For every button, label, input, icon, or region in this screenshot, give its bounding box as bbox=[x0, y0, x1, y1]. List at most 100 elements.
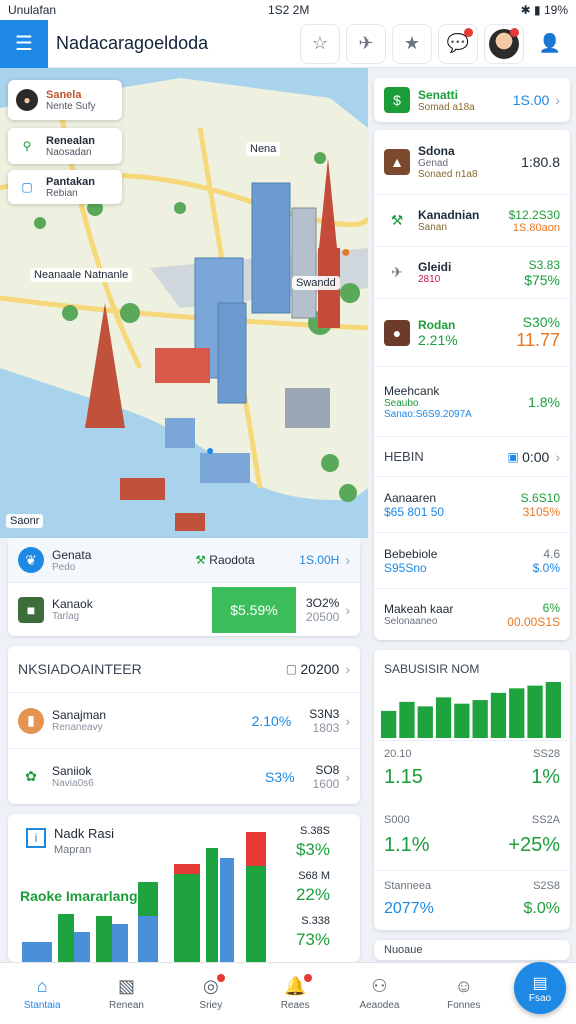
chat-button[interactable]: 💬 bbox=[438, 23, 478, 64]
bell-icon: 🔔 bbox=[284, 974, 313, 997]
list-item[interactable]: ✈ Gleidi 2810 S3.83 $75% bbox=[374, 246, 570, 298]
menu-button[interactable]: ☰ bbox=[0, 19, 48, 68]
mini-bar-chart bbox=[22, 832, 266, 962]
bar bbox=[490, 692, 507, 738]
list-item[interactable]: ▮ Sanajman Renaneavy 2.10% S3N3 1803 › bbox=[8, 692, 360, 748]
mid-card: ❦ Genata Pedo ⚒ Raodota 1S.00H › ■ Kanaok T… bbox=[8, 538, 360, 636]
nav-gallery[interactable]: ▧ Renean bbox=[84, 963, 168, 1024]
chevron-right-icon: › bbox=[345, 661, 350, 677]
app-title: Nadacaragoeldoda bbox=[56, 33, 209, 53]
list-item[interactable]: Bebebiole S95Sno 4.6 $.0% bbox=[374, 532, 570, 588]
tool-icon: ⚒ bbox=[390, 212, 404, 228]
leaf-icon: ❦ bbox=[18, 547, 44, 573]
chevron-right-icon: › bbox=[345, 712, 350, 729]
nav-bell[interactable]: 🔔 Reaes bbox=[253, 963, 337, 1024]
status-bar: Unulafan 1S2 2M ✱ ▮ 19% bbox=[0, 0, 576, 20]
starred-button[interactable]: ★ bbox=[392, 23, 432, 64]
map-card[interactable]: ⚲ Renealan Naosadan bbox=[8, 128, 122, 164]
bar bbox=[545, 682, 561, 738]
percent-badge: $5.59% bbox=[211, 586, 296, 633]
user-icon: ☺ bbox=[454, 976, 473, 996]
menu-icon: ☰ bbox=[15, 33, 33, 55]
app-bar: ☰ Nadacaragoeldoda ☆ ✈ ★ 💬 👤 bbox=[0, 19, 576, 68]
profile-icon: 👤 bbox=[538, 33, 562, 53]
list-item[interactable]: ✿ Saniiok Navia0s6 S3% SO8 1600 › bbox=[8, 748, 360, 804]
list-item[interactable]: ■ Kanaok Tarlag $5.59% 3O2% 20500 › bbox=[8, 582, 360, 636]
section-card: NKSIADOAINTEER ▢ 20200 › ▮ Sanajman Renane… bbox=[8, 646, 360, 804]
list-item[interactable]: ❦ Genata Pedo ⚒ Raodota 1S.00H › bbox=[8, 538, 360, 582]
flights-button[interactable]: ✈ bbox=[346, 23, 386, 64]
list-item[interactable]: ⚒ Kanadnian Sanan $12.2S30 1S.80aon bbox=[374, 194, 570, 246]
clock: 1S2 2M bbox=[268, 3, 310, 17]
chevron-right-icon: › bbox=[555, 92, 560, 108]
notification-dot bbox=[510, 27, 519, 37]
map-label: Nena bbox=[246, 142, 281, 156]
bar bbox=[472, 700, 488, 738]
map-card[interactable]: ▢ Pantakan Rebian bbox=[8, 170, 122, 204]
city-map[interactable]: ● Sanela Nente Sufy ⚲ Renealan Naosadan ▢ … bbox=[0, 68, 368, 538]
map-label: Swandd bbox=[292, 276, 340, 290]
list-item[interactable]: ▲ Sdona Genad Sonaed n1a8 1:80.8 bbox=[374, 130, 570, 194]
right-list-card: ▲ Sdona Genad Sonaed n1a8 1:80.8 ⚒ Kanadni… bbox=[374, 130, 570, 640]
chevron-right-icon: › bbox=[555, 448, 560, 465]
section-header[interactable]: NKSIADOAINTEER ▢ 20200 › bbox=[8, 646, 360, 692]
notification-dot bbox=[464, 27, 473, 37]
nav-home[interactable]: ⌂ Stantaia bbox=[0, 963, 84, 1024]
document-icon: ▤ bbox=[532, 974, 548, 992]
avatar-button[interactable] bbox=[484, 23, 524, 64]
nav-target[interactable]: ◎ Sriey bbox=[169, 963, 253, 1024]
document-icon: ▢ bbox=[21, 180, 33, 194]
person-icon: ● bbox=[384, 319, 410, 346]
favorite-button[interactable]: ☆ bbox=[300, 23, 340, 64]
bar bbox=[509, 688, 525, 738]
list-item[interactable]: Aanaaren $65 801 50 S.6S10 3105% bbox=[374, 476, 570, 532]
bar bbox=[381, 710, 397, 738]
battery-label: ✱ ▮ 19% bbox=[520, 3, 568, 17]
building-icon: ■ bbox=[18, 596, 44, 623]
location-pin-icon[interactable]: ● bbox=[341, 244, 351, 262]
bar bbox=[399, 701, 415, 738]
profile-button[interactable]: 👤 bbox=[530, 23, 570, 64]
calendar-icon: ▣ bbox=[507, 449, 519, 464]
plane-icon: ✈ bbox=[391, 264, 403, 280]
map-label: Neanaale Natnanle bbox=[30, 268, 133, 282]
map-label: Saonr bbox=[6, 514, 44, 528]
bar-chart bbox=[381, 682, 561, 738]
list-item[interactable]: Makeah kaar Selonaaneo 6% 00.00S1S bbox=[374, 588, 570, 640]
summary-card[interactable]: $ Senatti Somad a18a 1S.00 › bbox=[374, 78, 570, 122]
bottom-nav: ⌂ Stantaia ▧ Renean ◎ Sriey 🔔 Reaes ⚇ Aeaodea… bbox=[0, 962, 576, 1024]
location-pin-icon[interactable]: ● bbox=[206, 442, 214, 458]
map-card[interactable]: ● Sanela Nente Sufy bbox=[8, 80, 122, 120]
home-icon: ⌂ bbox=[36, 976, 48, 996]
chevron-right-icon: › bbox=[345, 601, 350, 618]
bar bbox=[527, 685, 543, 738]
carrier-label: Unulafan bbox=[8, 3, 57, 17]
bottle-icon: ▮ bbox=[18, 707, 44, 734]
chart-title: SABUSISIR NOM bbox=[384, 662, 480, 676]
chevron-right-icon: › bbox=[345, 768, 350, 785]
bar bbox=[454, 703, 470, 738]
plane-icon: ✈ bbox=[358, 33, 374, 53]
bar bbox=[417, 706, 433, 738]
right-footer-card: Nuoaue bbox=[374, 940, 570, 960]
person-icon: ● bbox=[16, 89, 38, 111]
people-icon: ⚇ bbox=[371, 976, 388, 996]
list-item[interactable]: Meehcank Seaubo Sanao:S6S9.2097A 1.8% bbox=[374, 366, 570, 436]
star-icon: ★ bbox=[403, 33, 421, 53]
chart-values: S.38S $3% S68 M 22% S.338 73% bbox=[295, 825, 330, 949]
gallery-icon: ▧ bbox=[117, 976, 135, 996]
nav-people[interactable]: ⚇ Aeaodea bbox=[337, 963, 421, 1024]
chart-panel: i Nadk Rasi Mapran Raoke Imararlang S.38… bbox=[8, 814, 360, 962]
bar bbox=[435, 697, 452, 738]
list-item[interactable]: ● Rodan 2.21% S30% 11.77 bbox=[374, 298, 570, 366]
tool-icon: ⚒ bbox=[195, 553, 206, 567]
bag-icon: ▢ bbox=[285, 662, 298, 676]
chevron-right-icon: › bbox=[345, 552, 350, 568]
fab-button[interactable]: ▤ Fsao bbox=[514, 962, 566, 1014]
building-icon: ▲ bbox=[384, 149, 410, 175]
plant-icon: ✿ bbox=[25, 768, 37, 784]
nav-user[interactable]: ☺ Fonnes bbox=[422, 963, 506, 1024]
list-header[interactable]: HEBIN ▣ 0:00 › bbox=[374, 436, 570, 476]
money-icon: $ bbox=[384, 87, 410, 113]
right-chart-card: SABUSISIR NOM 20.10 1.15 SS28 1% S000 1.… bbox=[374, 650, 570, 930]
